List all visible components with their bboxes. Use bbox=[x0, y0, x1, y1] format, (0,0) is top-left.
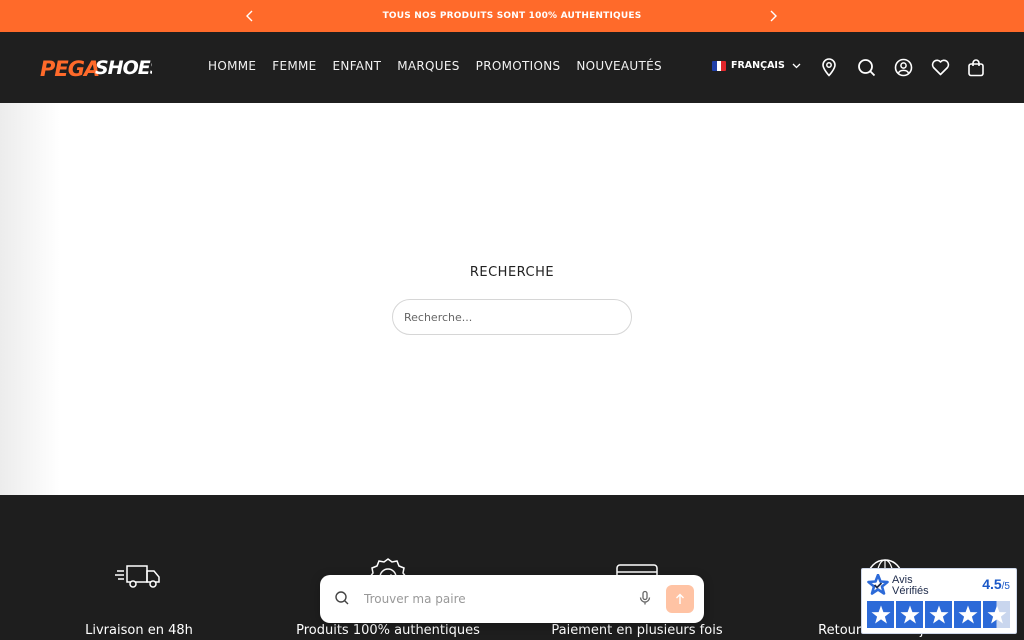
search-icon[interactable] bbox=[855, 56, 877, 78]
svg-text:PEGA: PEGA bbox=[40, 57, 99, 81]
feature-label: Paiement en plusieurs fois bbox=[551, 623, 723, 638]
chevron-down-icon bbox=[792, 63, 801, 68]
avis-verifies-logo-icon bbox=[867, 574, 889, 595]
star-icon bbox=[954, 601, 981, 628]
nav-femme[interactable]: FEMME bbox=[272, 59, 316, 73]
half-star-icon bbox=[983, 601, 1010, 628]
star-icon bbox=[867, 601, 894, 628]
search-page: RECHERCHE bbox=[0, 103, 1024, 495]
arrow-up-icon bbox=[676, 593, 684, 604]
svg-text:SHOES: SHOES bbox=[95, 57, 152, 79]
bag-icon[interactable] bbox=[965, 56, 987, 78]
feature-label: Livraison en 48h bbox=[85, 623, 193, 638]
heart-icon[interactable] bbox=[929, 56, 951, 78]
nav-enfant[interactable]: ENFANT bbox=[333, 59, 382, 73]
reviews-widget[interactable]: Avis Vérifiés 4.5/5 bbox=[861, 568, 1017, 634]
page-title: RECHERCHE bbox=[469, 265, 555, 280]
search-input[interactable] bbox=[392, 299, 632, 335]
location-icon[interactable] bbox=[818, 56, 840, 78]
feature-label: Produits 100% authentiques bbox=[296, 623, 480, 638]
announcement-text: TOUS NOS PRODUITS SONT 100% AUTHENTIQUES bbox=[382, 11, 642, 21]
reviews-score: 4.5/5 bbox=[982, 576, 1010, 592]
submit-button[interactable] bbox=[666, 585, 694, 613]
star-icon bbox=[896, 601, 923, 628]
side-shadow bbox=[0, 103, 60, 495]
finder-input[interactable] bbox=[364, 587, 624, 611]
language-label: FRANÇAIS bbox=[731, 60, 785, 71]
star-icon bbox=[925, 601, 952, 628]
nav-nouveautes[interactable]: NOUVEAUTÉS bbox=[576, 59, 662, 73]
shoe-finder-bar bbox=[320, 575, 704, 623]
chevron-right-icon[interactable] bbox=[764, 7, 782, 25]
microphone-icon[interactable] bbox=[638, 590, 652, 606]
nav-marques[interactable]: MARQUES bbox=[397, 59, 459, 73]
language-selector[interactable]: FRANÇAIS bbox=[712, 60, 801, 71]
delivery-truck-icon bbox=[115, 565, 160, 588]
rating-stars bbox=[867, 601, 1010, 628]
main-nav: HOMME FEMME ENFANT MARQUES PROMOTIONS NO… bbox=[208, 59, 678, 73]
site-header: PEGA SHOES HOMME FEMME ENFANT MARQUES PR… bbox=[0, 32, 1024, 103]
feature-delivery: Livraison en 48h bbox=[39, 551, 239, 638]
chevron-left-icon[interactable] bbox=[241, 7, 259, 25]
pegashoes-logo[interactable]: PEGA SHOES bbox=[40, 53, 152, 83]
nav-promotions[interactable]: PROMOTIONS bbox=[476, 59, 561, 73]
account-icon[interactable] bbox=[892, 56, 914, 78]
reviews-brand: Avis Vérifiés bbox=[892, 574, 929, 597]
announcement-bar: TOUS NOS PRODUITS SONT 100% AUTHENTIQUES bbox=[0, 0, 1024, 32]
search-icon bbox=[335, 591, 349, 605]
france-flag-icon bbox=[712, 60, 726, 71]
nav-homme[interactable]: HOMME bbox=[208, 59, 256, 73]
